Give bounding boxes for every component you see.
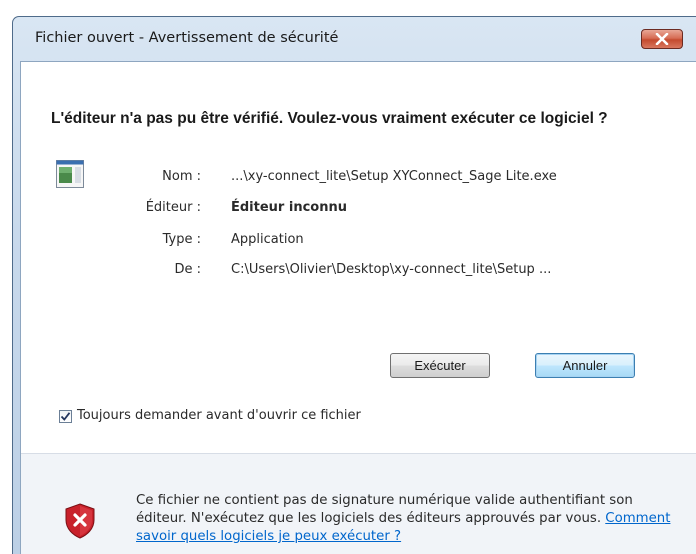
always-ask-label[interactable]: Toujours demander avant d'ouvrir ce fich… <box>77 408 361 423</box>
from-value: C:\Users\Olivier\Desktop\xy-connect_lite… <box>231 262 552 277</box>
cancel-button[interactable]: Annuler <box>535 353 635 378</box>
warning-footer: Ce fichier ne contient pas de signature … <box>21 453 696 554</box>
close-button[interactable] <box>641 29 683 49</box>
type-value: Application <box>231 232 304 247</box>
dialog-heading: L'éditeur n'a pas pu être vérifié. Voule… <box>51 110 608 127</box>
run-button[interactable]: Exécuter <box>390 353 490 378</box>
publisher-value: Éditeur inconnu <box>231 200 347 215</box>
warning-message: Ce fichier ne contient pas de signature … <box>136 492 676 546</box>
name-label: Nom : <box>162 169 201 184</box>
shield-warning-icon <box>64 503 96 543</box>
security-warning-dialog: Fichier ouvert - Avertissement de sécuri… <box>12 16 696 554</box>
close-icon <box>655 33 669 45</box>
always-ask-checkbox[interactable] <box>59 410 72 423</box>
window-title: Fichier ouvert - Avertissement de sécuri… <box>35 30 339 46</box>
type-label: Type : <box>162 232 201 247</box>
title-bar[interactable]: Fichier ouvert - Avertissement de sécuri… <box>13 17 696 62</box>
name-value: ...\xy-connect_lite\Setup XYConnect_Sage… <box>231 169 557 184</box>
checkmark-icon <box>60 412 71 421</box>
from-label: De : <box>174 262 201 277</box>
warning-text: Ce fichier ne contient pas de signature … <box>136 493 633 526</box>
publisher-label: Éditeur : <box>145 200 201 215</box>
dialog-body: L'éditeur n'a pas pu être vérifié. Voule… <box>20 61 696 554</box>
